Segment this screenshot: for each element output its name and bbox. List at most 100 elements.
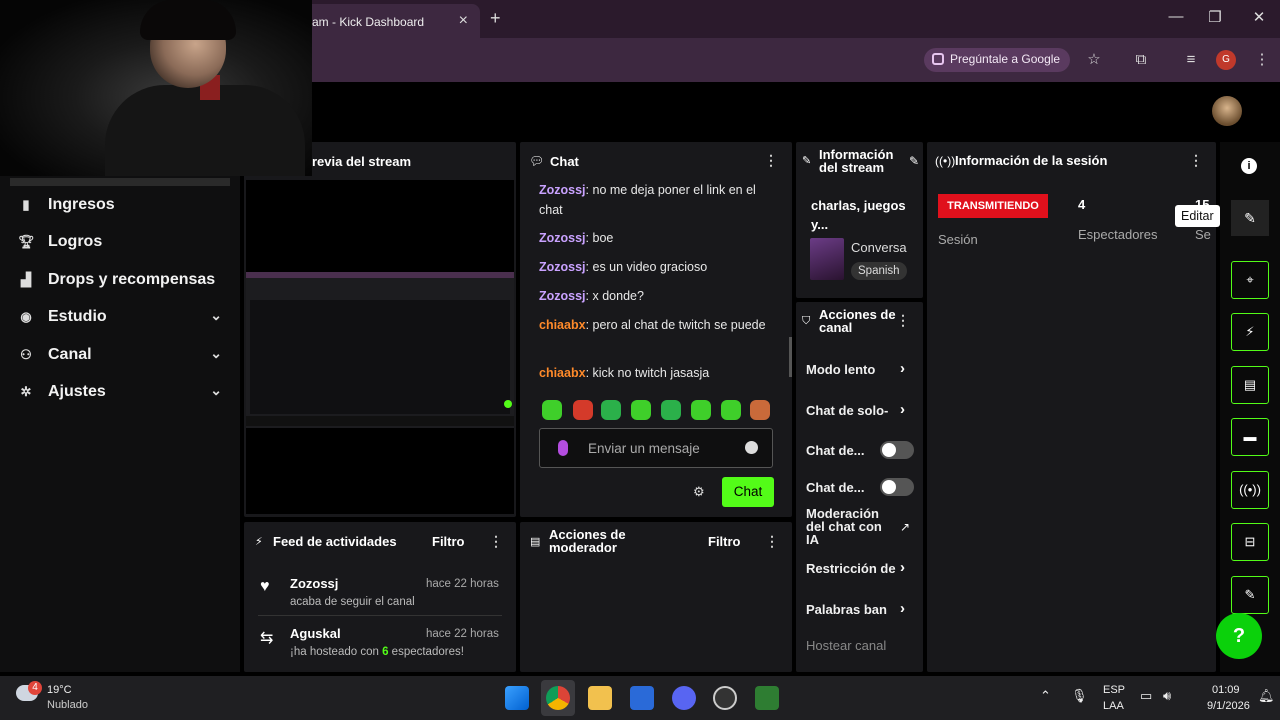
extensions-icon[interactable]: ⧉: [1130, 49, 1152, 71]
start-windows-icon[interactable]: [505, 686, 529, 710]
people-icon: ⚇: [20, 347, 32, 362]
sidebar-item-logros[interactable]: 🏆︎ Logros: [18, 233, 228, 257]
chat-username[interactable]: Zozossj: [539, 260, 586, 274]
emote-icon[interactable]: [542, 400, 562, 420]
action-banned-words[interactable]: Palabras ban: [806, 602, 900, 617]
info-icon[interactable]: i: [1241, 158, 1257, 174]
ask-google-button[interactable]: Pregúntale a Google: [924, 48, 1071, 72]
mic-icon[interactable]: [558, 440, 568, 456]
store-icon[interactable]: [630, 686, 654, 710]
sidebar-item-canal[interactable]: ⚇ Canal ⌄: [18, 345, 228, 370]
maximize-icon[interactable]: ❐: [1205, 8, 1225, 26]
moderator-icon[interactable]: ⊟: [1231, 523, 1269, 561]
chevron-right-icon[interactable]: ›: [900, 600, 905, 617]
chrome-icon[interactable]: [546, 686, 570, 710]
chat-text: es un video gracioso: [592, 260, 708, 274]
chat-text: pero al chat de twitch se puede: [592, 318, 766, 332]
emote-icon[interactable]: [750, 400, 770, 420]
chat-message: Zozossj: x donde?: [539, 289, 644, 303]
lightning-icon[interactable]: ⚡︎: [1231, 313, 1269, 351]
close-window-icon[interactable]: ✕: [1249, 8, 1269, 26]
user-avatar[interactable]: [1212, 96, 1242, 126]
session-label: Sesión: [938, 232, 978, 247]
external-link-icon[interactable]: ↗: [900, 520, 910, 534]
notification-icon[interactable]: 🔔︎: [1258, 688, 1275, 704]
chat-username[interactable]: Zozossj: [539, 231, 586, 245]
emote-icon[interactable]: [661, 400, 681, 420]
filter-button[interactable]: Filtro: [432, 534, 465, 549]
emote-icon[interactable]: [601, 400, 621, 420]
broadcast-icon: ((•)): [935, 154, 956, 168]
minimize-icon[interactable]: —: [1166, 8, 1186, 25]
action-slow-mode[interactable]: Modo lento: [806, 362, 906, 377]
sidebar-item-ajustes[interactable]: ✲ Ajustes ⌄: [18, 382, 228, 407]
stream-preview-video[interactable]: [246, 272, 514, 428]
document-icon[interactable]: ▤: [1231, 366, 1269, 404]
media-icon[interactable]: ≡: [1180, 49, 1202, 71]
chat-settings-icon[interactable]: ⚙: [693, 484, 705, 500]
emote-icon[interactable]: [573, 400, 593, 420]
broadcast-icon[interactable]: ((•)): [1231, 471, 1269, 509]
bar-chart-icon: ▮: [22, 197, 30, 212]
edit-pencil-icon[interactable]: ✎: [909, 154, 919, 168]
sidebar-item-estudio[interactable]: ◉ Estudio ⌄: [18, 307, 228, 332]
action-host-channel[interactable]: Hostear canal: [806, 638, 906, 653]
new-tab-icon[interactable]: +: [490, 8, 501, 29]
app-v-icon[interactable]: [755, 686, 779, 710]
send-chat-button[interactable]: Chat: [722, 477, 774, 507]
clock-date[interactable]: 9/1/2026: [1207, 700, 1250, 712]
emote-icon[interactable]: [691, 400, 711, 420]
mod-menu-icon[interactable]: ⋮: [765, 533, 779, 550]
wrench-icon[interactable]: ✎: [1231, 576, 1269, 614]
chevron-right-icon[interactable]: ›: [900, 360, 905, 377]
action-followers-only[interactable]: Chat de solo-: [806, 403, 906, 418]
shield-icon: ⛉: [802, 315, 811, 327]
mic-tray-icon[interactable]: 🎙︎: [1071, 688, 1088, 704]
chat-scrollbar[interactable]: [789, 337, 792, 377]
action-restriction[interactable]: Restricción de: [806, 561, 900, 576]
menu-icon[interactable]: ⋮: [1251, 49, 1273, 71]
emote-icon[interactable]: [631, 400, 651, 420]
action-ai-moderation[interactable]: Moderación del chat con IA: [806, 507, 890, 546]
sidebar-item-drops[interactable]: ▟ Drops y recompensas: [18, 271, 228, 295]
star-icon[interactable]: ☆: [1083, 49, 1105, 71]
sidebar-item-ingresos[interactable]: ▮ Ingresos: [18, 196, 228, 220]
obs-icon[interactable]: [713, 686, 737, 710]
chat-username[interactable]: chiaabx: [539, 318, 586, 332]
discord-icon[interactable]: [672, 686, 696, 710]
tray-chevron-icon[interactable]: ⌃: [1040, 688, 1051, 704]
clock-time[interactable]: 01:09: [1212, 684, 1240, 696]
feed-username[interactable]: Aguskal: [290, 626, 341, 641]
emoji-icon[interactable]: [745, 441, 758, 454]
chat-menu-icon[interactable]: ⋮: [764, 152, 778, 169]
profile-avatar[interactable]: G: [1216, 50, 1236, 70]
chat-username[interactable]: Zozossj: [539, 289, 586, 303]
capture-icon[interactable]: ⌖: [1231, 261, 1269, 299]
emote-icon[interactable]: [721, 400, 741, 420]
browser-tab[interactable]: am - Kick Dashboard ×: [300, 4, 480, 38]
chat-message-input[interactable]: Enviar un mensaje: [539, 428, 773, 468]
chat-username[interactable]: chiaabx: [539, 366, 586, 380]
channel-actions-menu-icon[interactable]: ⋮: [896, 312, 910, 329]
chevron-right-icon[interactable]: ›: [900, 401, 905, 418]
help-chat-button[interactable]: ?: [1216, 613, 1262, 659]
chat-message: Zozossj: boe: [539, 231, 614, 245]
chat-username[interactable]: Zozossj: [539, 183, 586, 197]
category-thumbnail: [810, 238, 844, 280]
feed-menu-icon[interactable]: ⋮: [489, 533, 503, 550]
edit-icon[interactable]: ✎: [1231, 200, 1269, 236]
chevron-right-icon[interactable]: ›: [900, 559, 905, 576]
toggle-switch[interactable]: [880, 478, 914, 496]
language-indicator-2[interactable]: LAA: [1103, 700, 1124, 712]
chat-icon[interactable]: ▬: [1231, 418, 1269, 456]
language-indicator[interactable]: ESP: [1103, 684, 1125, 696]
filter-button[interactable]: Filtro: [708, 534, 741, 549]
toggle-switch[interactable]: [880, 441, 914, 459]
volume-icon[interactable]: 🔊︎: [1163, 688, 1171, 704]
feed-username[interactable]: Zozossj: [290, 576, 338, 591]
file-explorer-icon[interactable]: [588, 686, 612, 710]
session-menu-icon[interactable]: ⋮: [1189, 152, 1203, 169]
close-tab-icon[interactable]: ×: [459, 12, 468, 30]
panel-title: Información de la sesión: [955, 153, 1108, 168]
network-icon[interactable]: ▭: [1140, 688, 1152, 704]
